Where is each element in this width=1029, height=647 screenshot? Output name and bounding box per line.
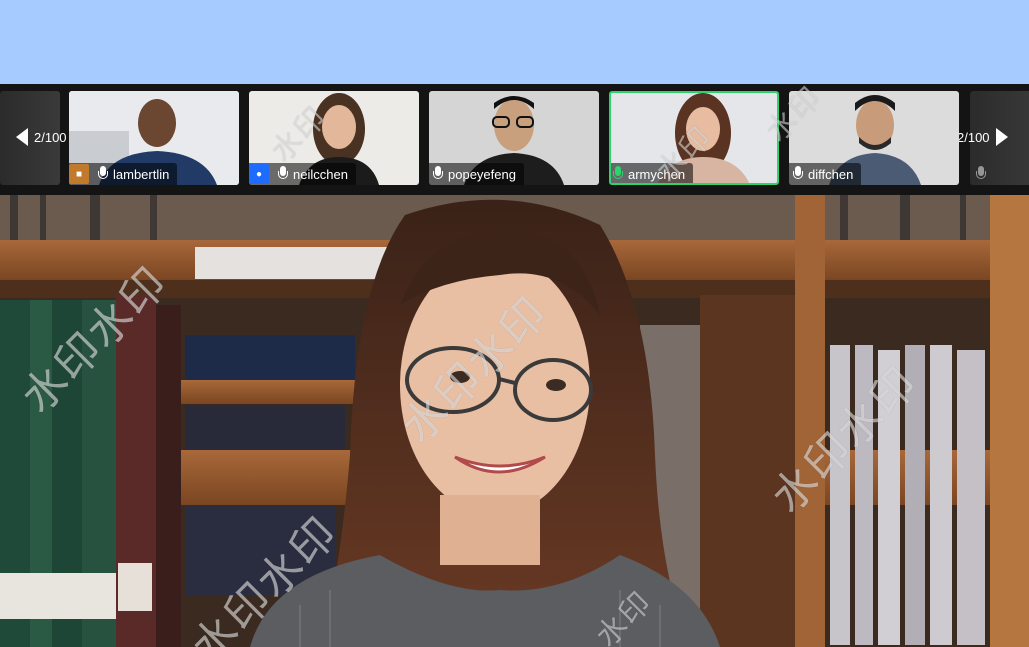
cohost-badge-icon: ● xyxy=(249,164,269,184)
participant-name: lambertlin xyxy=(113,166,170,182)
pager-previous[interactable]: 2/100 xyxy=(16,128,67,146)
pager-left-label: 2/100 xyxy=(34,129,67,145)
microphone-icon xyxy=(98,166,108,182)
participant-name: neilcchen xyxy=(293,166,348,182)
main-speaker-video: 水印水印 水印水印 水印水印 水印水印 水印 xyxy=(0,195,1029,647)
participant-name: diffchen xyxy=(808,166,854,182)
triangle-right-icon[interactable] xyxy=(995,128,1008,146)
host-badge-icon: ■ xyxy=(69,164,89,184)
participant-filmstrip: 2/100 2/100 ■ lambertlin ● neilcchen pop… xyxy=(0,84,1029,195)
triangle-left-icon[interactable] xyxy=(16,128,28,146)
name-tag: diffchen xyxy=(789,163,862,185)
top-band xyxy=(0,0,1029,84)
name-tag: popeyefeng xyxy=(429,163,524,185)
name-tag: ■ lambertlin xyxy=(69,163,178,185)
participant-tile[interactable]: popeyefeng xyxy=(429,91,599,185)
microphone-icon xyxy=(793,166,803,182)
pager-right-label: 2/100 xyxy=(957,129,990,145)
participant-tile[interactable]: ■ lambertlin xyxy=(69,91,239,185)
microphone-icon xyxy=(278,166,288,182)
microphone-active-icon xyxy=(613,166,623,182)
participant-name: popeyefeng xyxy=(448,166,516,182)
pager-next[interactable]: 2/100 xyxy=(957,128,1008,146)
name-tag: ● neilcchen xyxy=(249,163,356,185)
microphone-icon xyxy=(976,166,986,182)
microphone-icon xyxy=(433,166,443,182)
